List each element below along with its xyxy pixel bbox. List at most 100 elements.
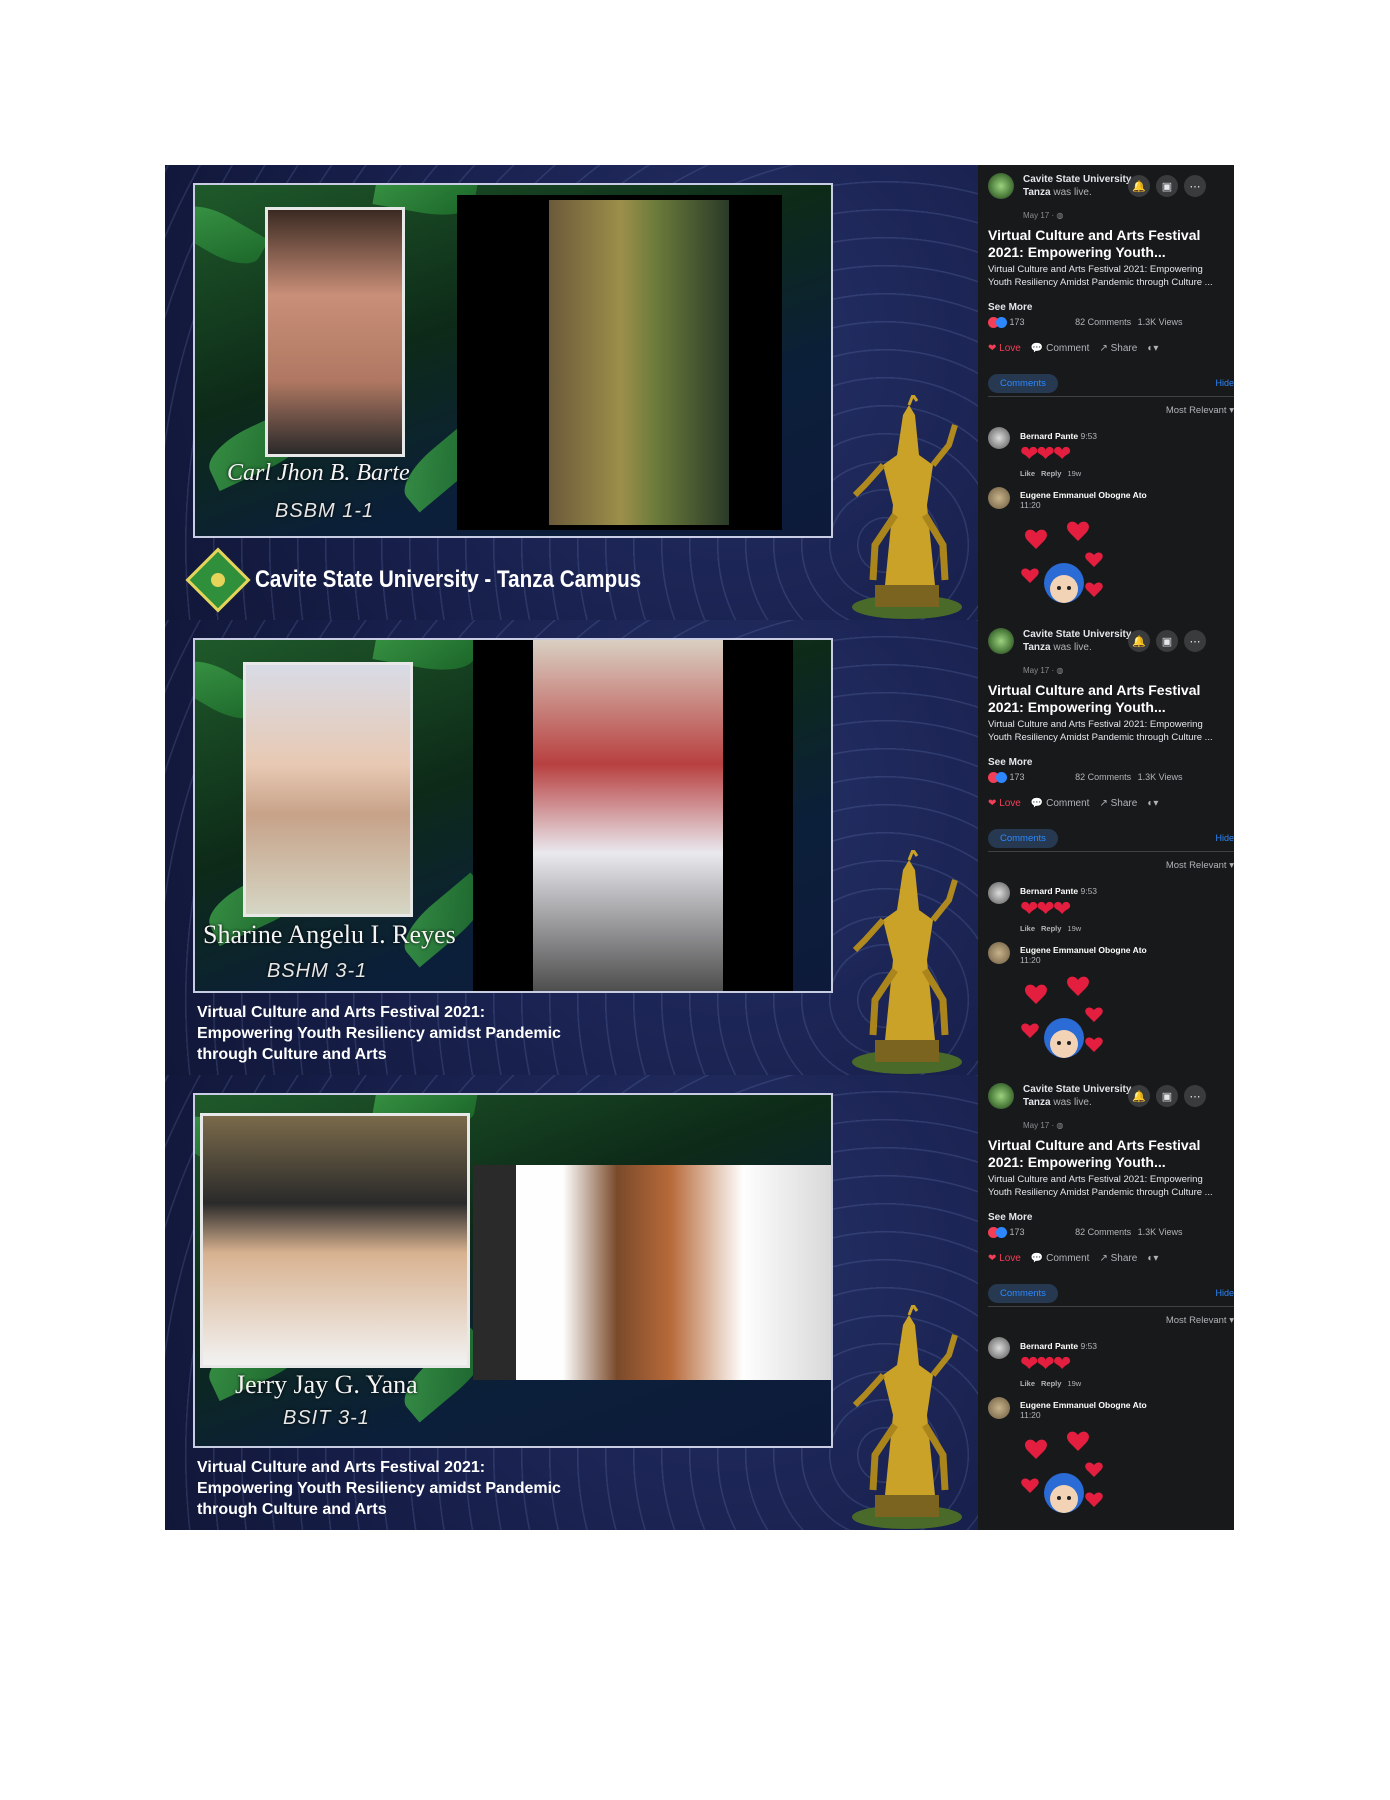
see-more-link[interactable]: See More	[988, 757, 1032, 768]
avatar[interactable]	[988, 942, 1010, 964]
post-title[interactable]: Virtual Culture and Arts Festival 2021: …	[988, 1137, 1228, 1171]
comment-actions: Like Reply 19w	[1020, 924, 1081, 933]
more-options-icon[interactable]: ⋯	[1184, 175, 1206, 197]
avatar[interactable]	[988, 1337, 1010, 1359]
livestream-video[interactable]: Jerry Jay G. Yana BSIT 3-1 Virtual Cultu…	[165, 1075, 978, 1530]
notification-bell-icon[interactable]: 🔔	[1128, 1085, 1150, 1107]
comment-button[interactable]: 💬 Comment	[1031, 343, 1090, 354]
facebook-post-panel: Cavite State University - Tanza was live…	[978, 165, 1234, 620]
audience-selector-icon[interactable]: ◐▾	[1147, 798, 1158, 809]
comment-author[interactable]: Eugene Emmanuel Obogne Ato 11:20	[1020, 1400, 1220, 1420]
comment-author[interactable]: Eugene Emmanuel Obogne Ato 11:20	[1020, 945, 1220, 965]
reaction-count[interactable]: 173	[1010, 772, 1025, 782]
comment-author[interactable]: Bernard Pante 9:53	[1020, 431, 1097, 441]
more-options-icon[interactable]: ⋯	[1184, 1085, 1206, 1107]
comment-hearts: ❤❤❤	[1020, 896, 1071, 921]
stream-row: Sharine Angelu I. Reyes BSHM 3-1 Virtual…	[165, 620, 1234, 1075]
post-title[interactable]: Virtual Culture and Arts Festival 2021: …	[988, 227, 1228, 261]
see-more-link[interactable]: See More	[988, 302, 1032, 313]
comment-count[interactable]: 82 Comments	[1075, 1227, 1131, 1237]
heart-sticker-icon	[1021, 521, 1103, 603]
webcam-content	[549, 200, 729, 525]
audience-selector-icon[interactable]: ◐▾	[1147, 343, 1158, 354]
post-description: Virtual Culture and Arts Festival 2021: …	[988, 1174, 1213, 1198]
student-course: BSBM 1-1	[275, 500, 375, 522]
avatar[interactable]	[988, 882, 1010, 904]
comments-tabs: Comments Hide	[988, 1280, 1234, 1307]
page-avatar[interactable]	[988, 628, 1014, 654]
comment-like-link[interactable]: Like	[1020, 924, 1035, 933]
livestream-video[interactable]: Sharine Angelu I. Reyes BSHM 3-1 Virtual…	[165, 620, 978, 1075]
comment-author[interactable]: Bernard Pante 9:53	[1020, 1341, 1097, 1351]
notification-bell-icon[interactable]: 🔔	[1128, 630, 1150, 652]
comment-author[interactable]: Bernard Pante 9:53	[1020, 886, 1097, 896]
hide-comments-link[interactable]: Hide	[1215, 378, 1234, 388]
livestream-video[interactable]: Carl Jhon B. Barte BSBM 1-1 Cavite State…	[165, 165, 978, 620]
page-avatar[interactable]	[988, 1083, 1014, 1109]
avatar[interactable]	[988, 487, 1010, 509]
post-date: May 17 · ◍	[1023, 1121, 1064, 1130]
chevron-down-icon: ▾	[1229, 860, 1234, 871]
post-stats: 173 82 Comments 1.3K Views	[988, 1227, 1234, 1239]
globe-icon: ◍	[1056, 211, 1064, 220]
avatar[interactable]	[988, 427, 1010, 449]
comment-button[interactable]: 💬 Comment	[1031, 1253, 1090, 1264]
tab-comments[interactable]: Comments	[988, 1284, 1058, 1303]
comment-count[interactable]: 82 Comments	[1075, 772, 1131, 782]
comment-reply-link[interactable]: Reply	[1041, 924, 1061, 933]
comment-hearts: ❤❤❤	[1020, 1351, 1071, 1376]
hide-comments-link[interactable]: Hide	[1215, 833, 1234, 843]
hide-comments-link[interactable]: Hide	[1215, 1288, 1234, 1298]
video-frame: Sharine Angelu I. Reyes BSHM 3-1	[193, 638, 833, 993]
share-button[interactable]: ↗ Share	[1099, 1253, 1137, 1264]
notification-bell-icon[interactable]: 🔔	[1128, 175, 1150, 197]
comment-like-link[interactable]: Like	[1020, 1379, 1035, 1388]
share-button[interactable]: ↗ Share	[1099, 798, 1137, 809]
comment-like-link[interactable]: Like	[1020, 469, 1035, 478]
post-stats: 173 82 Comments 1.3K Views	[988, 772, 1234, 784]
webcam-content	[533, 640, 723, 991]
caption-line: Virtual Culture and Arts Festival 2021:	[197, 1459, 486, 1476]
post-title[interactable]: Virtual Culture and Arts Festival 2021: …	[988, 682, 1228, 716]
comment-button[interactable]: 💬 Comment	[1031, 798, 1090, 809]
tab-comments[interactable]: Comments	[988, 829, 1058, 848]
see-more-link[interactable]: See More	[988, 1212, 1032, 1223]
comment-actions: Like Reply 19w	[1020, 469, 1081, 478]
reaction-count[interactable]: 173	[1010, 317, 1025, 327]
webcam-content	[473, 1165, 831, 1380]
like-reaction-icon	[996, 772, 1007, 784]
campus-name: Cavite State University - Tanza Campus	[255, 566, 642, 593]
love-button[interactable]: ❤ Love	[988, 798, 1021, 809]
comment-sort-dropdown[interactable]: Most Relevant ▾	[1166, 860, 1234, 871]
more-options-icon[interactable]: ⋯	[1184, 630, 1206, 652]
post-stats: 173 82 Comments 1.3K Views	[988, 317, 1234, 329]
comment-author[interactable]: Eugene Emmanuel Obogne Ato 11:20	[1020, 490, 1220, 510]
student-portrait	[243, 662, 413, 917]
save-icon[interactable]: ▣	[1156, 1085, 1178, 1107]
audience-selector-icon[interactable]: ◐▾	[1147, 1253, 1158, 1264]
chevron-down-icon: ▾	[1229, 1315, 1234, 1326]
was-live-text: was live.	[1053, 1097, 1092, 1108]
share-button[interactable]: ↗ Share	[1099, 343, 1137, 354]
comment-reply-link[interactable]: Reply	[1041, 1379, 1061, 1388]
avatar[interactable]	[988, 1397, 1010, 1419]
statue-image	[852, 850, 962, 1074]
page-name-line: Cavite State University - Tanza was live…	[1023, 1083, 1143, 1109]
save-icon[interactable]: ▣	[1156, 175, 1178, 197]
comment-sort-dropdown[interactable]: Most Relevant ▾	[1166, 405, 1234, 416]
reaction-count[interactable]: 173	[1010, 1227, 1025, 1237]
tab-comments[interactable]: Comments	[988, 374, 1058, 393]
festival-caption: Virtual Culture and Arts Festival 2021: E…	[197, 1457, 561, 1520]
post-description: Virtual Culture and Arts Festival 2021: …	[988, 264, 1213, 288]
love-button[interactable]: ❤ Love	[988, 1253, 1021, 1264]
statue-image	[852, 395, 962, 619]
page-avatar[interactable]	[988, 173, 1014, 199]
facebook-post-panel: Cavite State University - Tanza was live…	[978, 620, 1234, 1075]
save-icon[interactable]: ▣	[1156, 630, 1178, 652]
comment-sort-dropdown[interactable]: Most Relevant ▾	[1166, 1315, 1234, 1326]
stream-row: Carl Jhon B. Barte BSBM 1-1 Cavite State…	[165, 165, 1234, 620]
comment-reply-link[interactable]: Reply	[1041, 469, 1061, 478]
comment-count[interactable]: 82 Comments	[1075, 317, 1131, 327]
view-count: 1.3K Views	[1137, 1227, 1183, 1237]
love-button[interactable]: ❤ Love	[988, 343, 1021, 354]
